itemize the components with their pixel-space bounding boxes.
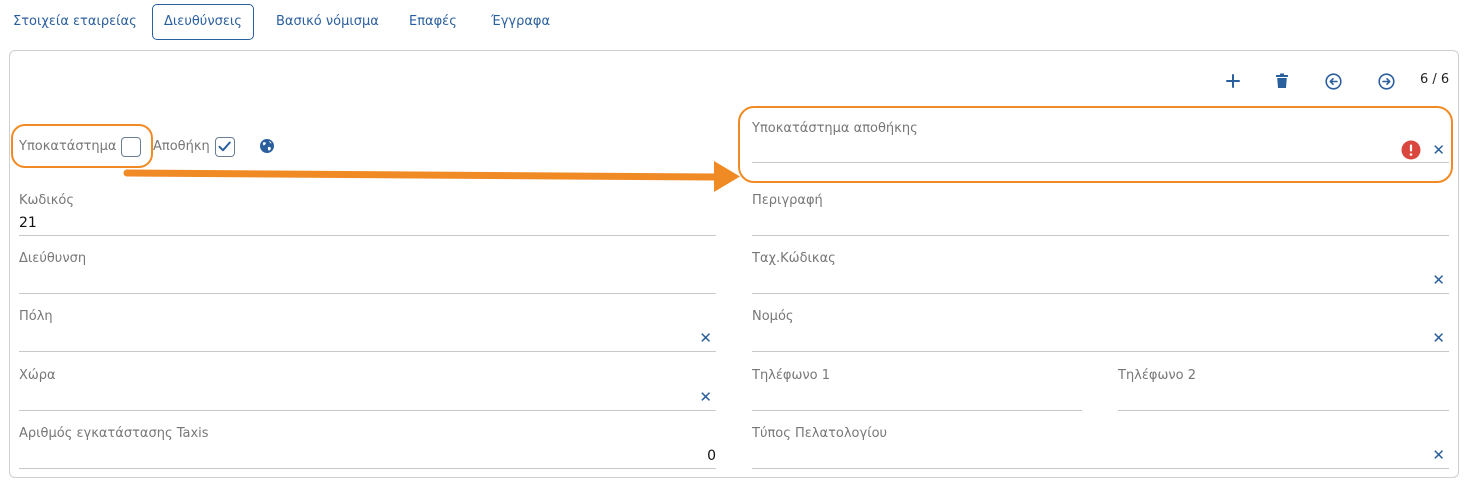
error-icon (1401, 140, 1421, 160)
phone2-field: Τηλέφωνο 2 (1118, 368, 1449, 412)
phone1-label: Τηλέφωνο 1 (752, 368, 830, 383)
warehouse-branch-label: Υποκατάστημα αποθήκης (752, 121, 918, 136)
warehouse-checkbox[interactable] (215, 137, 235, 157)
record-pager: 6 / 6 (1420, 72, 1450, 87)
description-field: Περιγραφή (752, 193, 1449, 237)
country-underline (19, 410, 716, 411)
address-underline (19, 293, 716, 294)
next-button[interactable] (1375, 70, 1397, 92)
city-label: Πόλη (19, 309, 53, 324)
phone1-underline (752, 410, 1082, 411)
tab-base-currency[interactable]: Βασικό νόμισμα (264, 4, 391, 40)
tab-addresses[interactable]: Διευθύνσεις (152, 4, 254, 40)
branch-label: Υποκατάστημα (19, 139, 117, 154)
delete-button[interactable] (1271, 70, 1293, 92)
code-field: Κωδικός 21 (19, 193, 716, 237)
warehouse-label: Αποθήκη (153, 139, 210, 154)
branch-checkbox[interactable] (121, 137, 141, 157)
phone2-label: Τηλέφωνο 2 (1118, 368, 1196, 383)
description-underline (752, 235, 1449, 236)
taxis-number-input[interactable]: 0 (707, 448, 716, 464)
prefecture-clear-icon[interactable]: ✕ (1432, 329, 1445, 347)
warehouse-branch-clear-icon[interactable]: ✕ (1432, 141, 1445, 159)
code-label: Κωδικός (19, 193, 75, 208)
globe-icon (260, 139, 274, 153)
previous-button[interactable] (1322, 70, 1344, 92)
plus-icon (1226, 74, 1240, 88)
ledger-type-label: Τύπος Πελατολογίου (752, 426, 888, 441)
globe-button[interactable] (259, 138, 275, 158)
country-field: Χώρα ✕ (19, 368, 716, 412)
taxis-number-label: Αριθμός εγκατάστασης Taxis (19, 426, 209, 441)
ledger-type-underline (752, 468, 1449, 469)
postal-code-field: Ταχ.Κώδικας ✕ (752, 251, 1449, 295)
country-clear-icon[interactable]: ✕ (699, 388, 712, 406)
trash-icon (1276, 73, 1288, 88)
checkmark-icon (218, 141, 231, 152)
prefecture-underline (752, 351, 1449, 352)
add-button[interactable] (1222, 70, 1244, 92)
postal-code-label: Ταχ.Κώδικας (752, 251, 836, 266)
warehouse-branch-underline (752, 162, 1449, 163)
tab-documents[interactable]: Έγγραφα (479, 4, 562, 40)
code-underline (19, 235, 716, 236)
code-input[interactable]: 21 (19, 215, 37, 231)
description-label: Περιγραφή (752, 193, 823, 208)
address-field: Διεύθυνση (19, 251, 716, 295)
arrow-right-circle-icon (1377, 72, 1395, 90)
country-label: Χώρα (19, 368, 56, 383)
phone2-underline (1118, 410, 1449, 411)
tab-company-details[interactable]: Στοιχεία εταιρείας (1, 4, 149, 40)
city-clear-icon[interactable]: ✕ (699, 329, 712, 347)
taxis-number-field: Αριθμός εγκατάστασης Taxis 0 (19, 426, 716, 470)
arrow-left-circle-icon (1324, 72, 1342, 90)
address-label: Διεύθυνση (19, 251, 87, 266)
prefecture-label: Νομός (752, 309, 794, 324)
postal-code-clear-icon[interactable]: ✕ (1432, 271, 1445, 289)
phone1-field: Τηλέφωνο 1 (752, 368, 1082, 412)
ledger-type-field: Τύπος Πελατολογίου ✕ (752, 426, 1449, 470)
tab-contacts[interactable]: Επαφές (397, 4, 469, 40)
city-underline (19, 351, 716, 352)
postal-code-underline (752, 293, 1449, 294)
prefecture-field: Νομός ✕ (752, 309, 1449, 353)
warehouse-branch-field: Υποκατάστημα αποθήκης ✕ (752, 121, 1449, 165)
ledger-type-clear-icon[interactable]: ✕ (1432, 446, 1445, 464)
taxis-number-underline (19, 468, 716, 469)
city-field: Πόλη ✕ (19, 309, 716, 353)
